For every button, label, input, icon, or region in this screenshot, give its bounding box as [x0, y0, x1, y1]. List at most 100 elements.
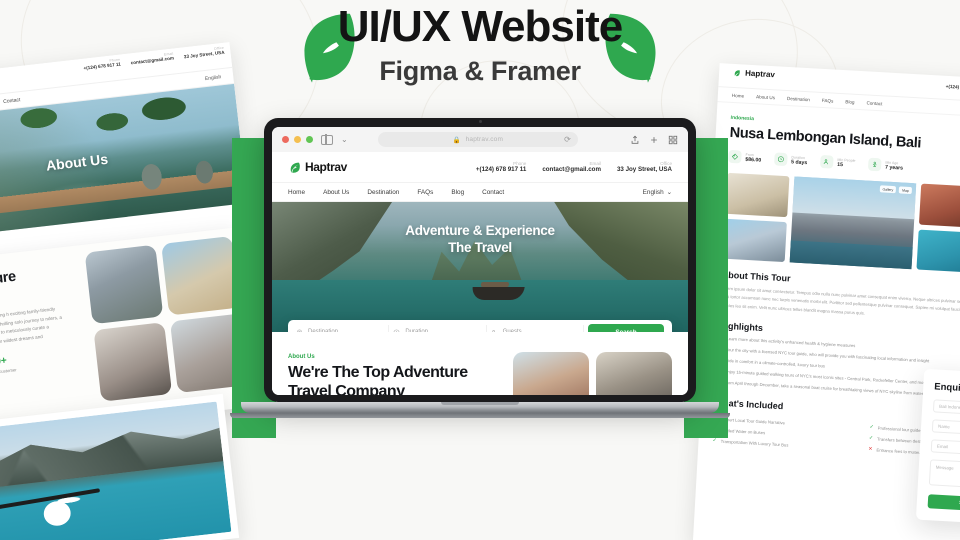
about-images [513, 352, 672, 395]
sidebar-toggle-icon[interactable] [321, 134, 333, 145]
left-mockup-body-text: g for a romantic escape filled with ench… [0, 306, 63, 353]
site-contact-info: Phone +(124) 678 917 11 Email contact@gm… [476, 161, 672, 173]
language-label: English [642, 188, 664, 196]
users-icon [819, 154, 834, 169]
cross-icon: ✕ [868, 446, 873, 453]
contact-email: Email contact@gmail.com [542, 161, 601, 173]
tour-select-field[interactable]: Bali Indonesia - ID : 400 [932, 399, 960, 418]
nav-item-about-us[interactable]: About Us [323, 189, 349, 196]
clock-icon [773, 152, 788, 167]
leaf-icon [290, 162, 300, 173]
contact-phone: Phone +(124) 678 917 11 [475, 161, 527, 173]
photo-beach-aerial[interactable] [916, 229, 960, 273]
photo-building-facade[interactable] [918, 183, 960, 228]
photo-skyline-small[interactable] [722, 218, 787, 263]
photo-couple [93, 322, 173, 402]
about-heading: We're The Top Adventure Travel Company [288, 364, 468, 395]
contact-office: Office 33 Joy Street, USA [616, 161, 672, 173]
longtail-boat [470, 287, 525, 300]
included-left-column: ✓Expert Local Tour Guide Narrative ✓Bott… [712, 412, 860, 453]
laptop-notch [443, 118, 517, 126]
photo-couple-selfie [513, 352, 589, 395]
email-field[interactable]: Email [930, 439, 960, 458]
left-kayak-photo-mockup [0, 393, 240, 540]
search-bar[interactable]: Destination ⌄ Duration ⌄ Guests ⌄ [288, 320, 672, 332]
destination-field[interactable]: Destination ⌄ [296, 325, 390, 332]
nav-item-contact[interactable]: Contact [482, 189, 504, 196]
enquiry-form-card: Enquiry Form Bali Indonesia - ID : 400 N… [915, 368, 960, 527]
nav-item-faqs[interactable]: FAQs [822, 97, 834, 103]
nav-item-blog[interactable]: Blog [451, 189, 464, 196]
page-subtitle: Figma & Framer [379, 56, 581, 87]
nav-item-destination[interactable]: Destination [787, 95, 810, 101]
camera-dot [478, 120, 482, 124]
page-title: UI/UX Website [337, 2, 623, 51]
site-navigation[interactable]: Home About Us Destination FAQs Blog Cont… [272, 182, 688, 202]
browser-chrome: ⌄ 🔒 haptrav.com ⟳ [272, 127, 688, 152]
chevron-down-icon: ⌄ [666, 189, 672, 196]
photo-pisa-tower [161, 235, 240, 316]
name-field[interactable]: Name [931, 419, 960, 438]
photo-group-hikers [84, 244, 164, 325]
laptop-lid: ⌄ 🔒 haptrav.com ⟳ Haptrav Phone +(124) 6… [264, 118, 696, 402]
message-field[interactable]: Message [928, 459, 960, 491]
plus-icon[interactable] [649, 135, 659, 145]
laptop-mockup: ⌄ 🔒 haptrav.com ⟳ Haptrav Phone +(124) 6… [230, 118, 730, 418]
nav-item[interactable]: Contact [3, 97, 21, 105]
site-hero-banner: Adventure & Experience The Travel Destin… [272, 202, 688, 332]
laptop-base-shadow [230, 413, 730, 418]
gallery-button[interactable]: Gallery [879, 185, 897, 194]
map-button[interactable]: Map [899, 186, 913, 195]
address-bar[interactable]: 🔒 haptrav.com ⟳ [377, 132, 578, 147]
kayak-lake-photo [0, 401, 232, 540]
check-icon: ✓ [712, 437, 717, 444]
poster-stage: Phone +(124) 678 917 11 Email contact@gm… [0, 0, 960, 540]
meta-min-people: Min People 15 [819, 154, 856, 170]
city-layer [791, 199, 915, 247]
site-header: Haptrav Phone +(124) 678 917 11 Email co… [272, 152, 688, 182]
maximize-button[interactable] [306, 136, 313, 143]
meta-from: From $86.00 [728, 149, 762, 165]
photo-cathedral[interactable] [725, 172, 790, 217]
reload-icon[interactable]: ⟳ [564, 135, 571, 144]
nav-item-about[interactable]: About Us [756, 94, 775, 100]
url-text: haptrav.com [465, 136, 504, 143]
brand-name: Haptrav [305, 160, 347, 174]
traffic-lights[interactable] [282, 136, 313, 143]
laptop-base [241, 402, 719, 413]
meta-duration: Duration 5 days [773, 152, 808, 167]
minimize-button[interactable] [294, 136, 301, 143]
left-mockup-photo-grid [84, 235, 249, 402]
send-request-button[interactable]: Send Request [927, 494, 960, 514]
tab-grid-icon[interactable] [668, 135, 678, 145]
photo-nyc-skyline-large[interactable]: Gallery Map [789, 176, 917, 270]
share-icon[interactable] [630, 135, 640, 145]
nav-item-destination[interactable]: Destination [367, 189, 399, 196]
chevron-down-icon[interactable]: ⌄ [341, 135, 348, 144]
language-selector[interactable]: English ⌄ [642, 188, 672, 197]
duration-field[interactable]: Duration ⌄ [393, 325, 487, 332]
enquiry-form-heading: Enquiry Form [934, 381, 960, 395]
check-icon: ✓ [868, 435, 874, 442]
nav-item-blog[interactable]: Blog [845, 99, 854, 105]
tag-icon [728, 149, 742, 164]
nav-item-home[interactable]: Home [288, 189, 305, 196]
gallery-left-column [722, 172, 790, 263]
meta-min-age: Min Age 7 years [867, 157, 904, 173]
hero-headline: Adventure & Experience The Travel [272, 222, 688, 257]
lock-icon: 🔒 [452, 136, 461, 144]
browser-actions[interactable] [630, 135, 678, 145]
nav-item-contact[interactable]: Contact [866, 100, 882, 106]
nav-item-home[interactable]: Home [732, 92, 745, 98]
guests-field[interactable]: Guests ⌄ [491, 325, 584, 332]
check-icon: ✓ [869, 424, 874, 431]
search-button[interactable]: Search [587, 324, 664, 332]
stat-customers: 200+ Happy customer [0, 355, 17, 376]
site-brand[interactable]: Haptrav [288, 160, 347, 174]
poster-header: UI/UX Website Figma & Framer [0, 2, 960, 87]
close-button[interactable] [282, 136, 289, 143]
kayak-boat [29, 485, 85, 534]
laptop-screen: ⌄ 🔒 haptrav.com ⟳ Haptrav Phone +(124) 6… [272, 127, 688, 395]
nav-item-faqs[interactable]: FAQs [417, 189, 433, 196]
hero-line-2: The Travel [448, 240, 512, 256]
